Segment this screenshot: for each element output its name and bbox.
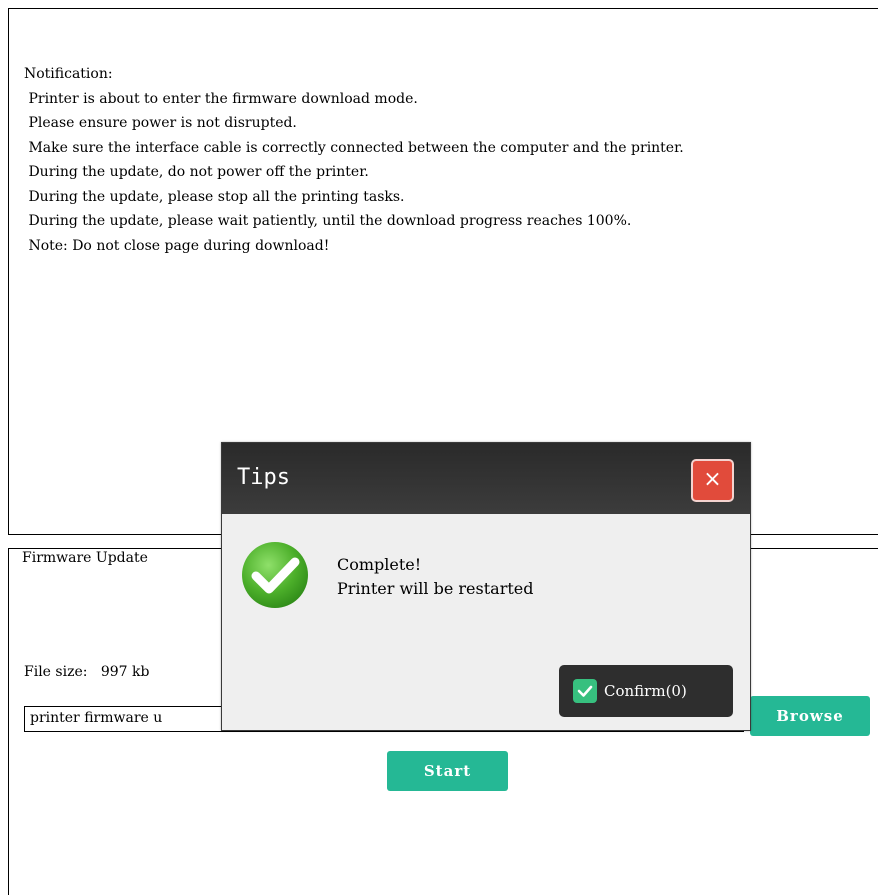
firmware-update-legend: Firmware Update xyxy=(18,550,153,566)
browse-button[interactable]: Browse xyxy=(750,696,870,736)
confirm-button[interactable]: Confirm(0) xyxy=(559,665,733,717)
close-button[interactable]: × xyxy=(691,459,734,502)
dialog-message: Complete! Printer will be restarted xyxy=(337,553,533,601)
check-icon xyxy=(573,679,597,703)
success-check-icon xyxy=(242,542,308,608)
dialog-title: Tips xyxy=(237,465,290,490)
dialog-header: Tips × xyxy=(222,443,750,514)
start-button[interactable]: Start xyxy=(387,751,508,791)
file-size-row: File size: 997 kb xyxy=(24,664,149,680)
dialog-message-line1: Complete! xyxy=(337,555,422,574)
file-size-value: 997 kb xyxy=(100,664,150,680)
tips-dialog: Tips × Complete! Printer will be restart… xyxy=(221,442,751,731)
file-size-label: File size: xyxy=(24,664,88,680)
notification-text: Notification: Printer is about to enter … xyxy=(24,66,684,254)
confirm-label: Confirm(0) xyxy=(604,682,687,700)
dialog-message-line2: Printer will be restarted xyxy=(337,579,534,598)
close-icon: × xyxy=(703,467,722,492)
